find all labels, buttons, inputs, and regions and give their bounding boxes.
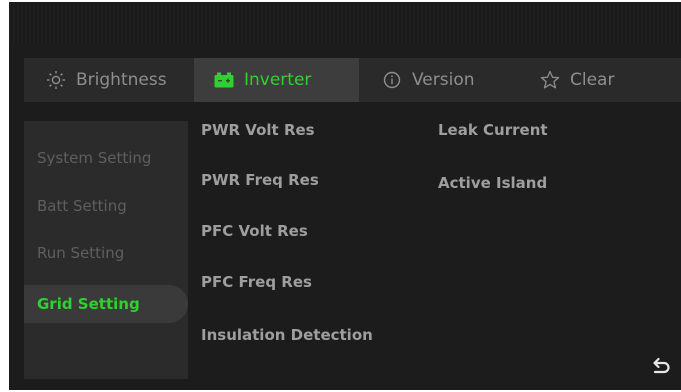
option-pwr-freq-res[interactable]: PWR Freq Res xyxy=(201,171,319,189)
back-arrow-icon[interactable] xyxy=(649,354,671,376)
device-screen: Brightness Inverter Version Clear System… xyxy=(9,2,681,390)
info-icon xyxy=(382,70,402,90)
option-leak-current[interactable]: Leak Current xyxy=(438,121,548,139)
tab-label: Version xyxy=(412,70,475,90)
tab-bar: Brightness Inverter Version Clear xyxy=(24,58,681,102)
sidebar-item-run-setting[interactable]: Run Setting xyxy=(24,234,188,272)
tab-clear[interactable]: Clear xyxy=(529,58,679,102)
option-active-island[interactable]: Active Island xyxy=(438,174,547,192)
sidebar-item-batt-setting[interactable]: Batt Setting xyxy=(24,187,188,225)
settings-sidebar: System Setting Batt Setting Run Setting … xyxy=(24,121,188,379)
sidebar-item-system-setting[interactable]: System Setting xyxy=(24,139,188,177)
sidebar-item-label: Batt Setting xyxy=(37,197,127,215)
sidebar-item-label: Run Setting xyxy=(37,244,125,262)
tab-version[interactable]: Version xyxy=(372,58,522,102)
sidebar-item-grid-setting[interactable]: Grid Setting xyxy=(24,285,188,323)
sidebar-item-label: System Setting xyxy=(37,149,152,167)
option-pfc-freq-res[interactable]: PFC Freq Res xyxy=(201,273,312,291)
tab-label: Brightness xyxy=(76,70,167,90)
tab-brightness[interactable]: Brightness xyxy=(24,58,192,102)
battery-icon xyxy=(214,72,234,88)
option-insulation-detection[interactable]: Insulation Detection xyxy=(201,326,373,344)
star-icon xyxy=(540,70,560,90)
option-pwr-volt-res[interactable]: PWR Volt Res xyxy=(201,121,315,139)
sun-icon xyxy=(46,70,66,90)
status-strip xyxy=(9,2,681,44)
sidebar-item-label: Grid Setting xyxy=(37,295,140,313)
tab-inverter[interactable]: Inverter xyxy=(194,58,359,102)
option-pfc-volt-res[interactable]: PFC Volt Res xyxy=(201,222,308,240)
tab-label: Inverter xyxy=(244,70,312,90)
tab-label: Clear xyxy=(570,70,615,90)
